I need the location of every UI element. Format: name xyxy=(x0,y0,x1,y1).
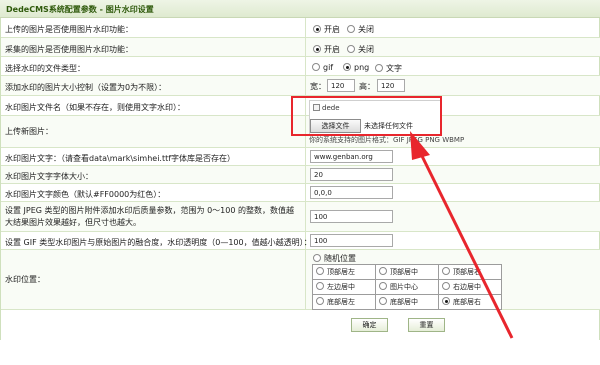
footer-blank xyxy=(0,340,600,365)
annotation-arrow-icon xyxy=(410,131,514,339)
